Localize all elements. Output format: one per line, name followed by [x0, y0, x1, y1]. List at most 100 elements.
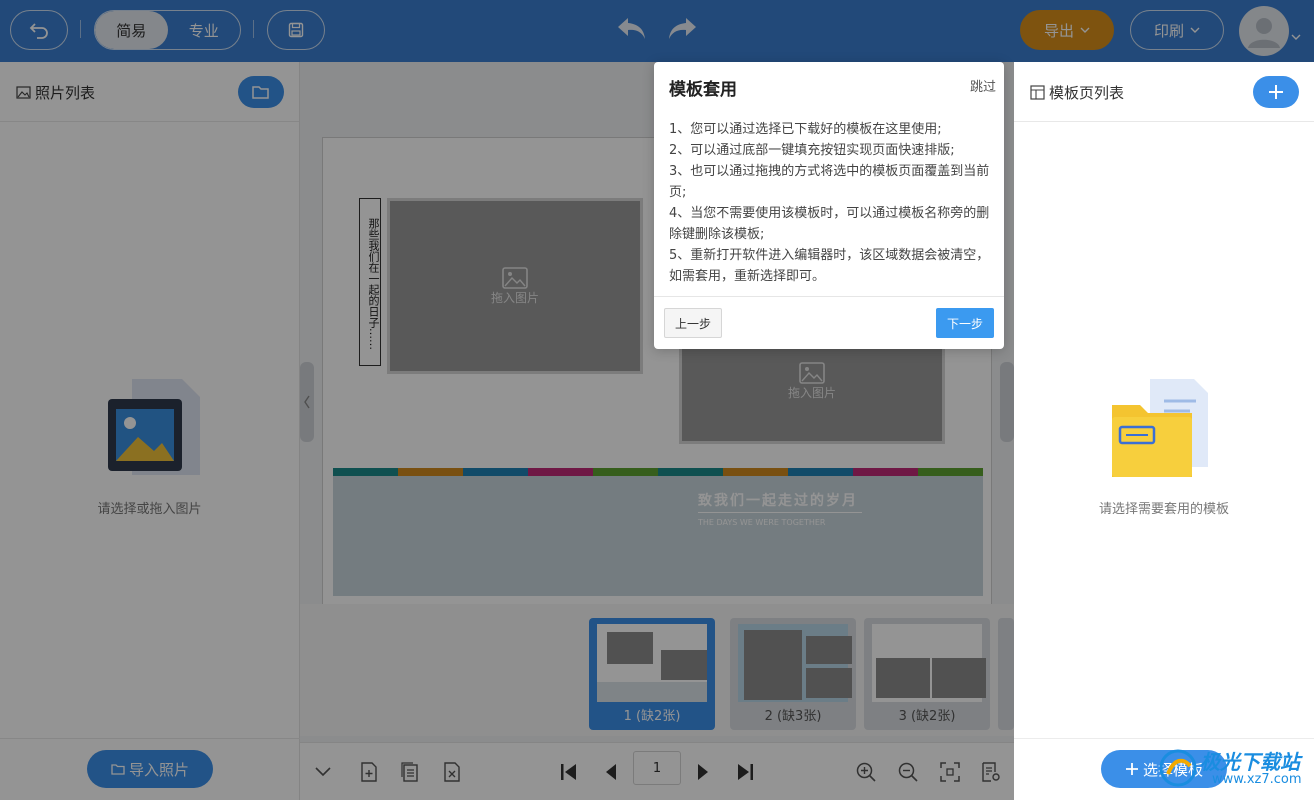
stripe-segment [398, 468, 463, 476]
guide-step-text: 5、重新打开软件进入编辑器时，该区域数据会被清空，如需套用，重新选择即可。 [669, 248, 990, 284]
last-page-button[interactable] [734, 761, 756, 783]
prev-page-icon [606, 764, 616, 780]
photo-list-panel: 照片列表 请选择或拖入图片 导入照片 [0, 62, 300, 800]
photo-slot[interactable]: 拖入图片 [387, 198, 643, 374]
page-number-input[interactable]: 1 [633, 751, 681, 785]
delete-page-icon [444, 762, 460, 782]
back-button[interactable] [10, 10, 68, 50]
add-page-icon [361, 762, 377, 782]
color-stripe [333, 468, 983, 476]
zoom-out-icon [898, 762, 918, 782]
copy-page-button[interactable] [399, 761, 421, 783]
avatar[interactable] [1239, 6, 1289, 56]
template-icon [1030, 85, 1045, 100]
thumbnail-label: 2 (缺3张) [764, 709, 822, 724]
next-page-icon [698, 764, 708, 780]
print-button[interactable]: 印刷 [1130, 10, 1224, 50]
watermark-title: 极光下载站 [1200, 750, 1300, 774]
divider [0, 738, 300, 739]
prev-step-button[interactable]: 上一步 [664, 308, 722, 338]
thumbnail-image [597, 624, 707, 702]
watermark: 极光下载站 www.xz7.com [1158, 744, 1308, 794]
photo-list-header: 照片列表 [0, 62, 299, 122]
import-photos-button[interactable]: 导入照片 [87, 750, 213, 788]
mode-simple-tab[interactable]: 简易 [95, 11, 168, 49]
band-title: 致我们一起走过的岁月 [698, 493, 858, 509]
page-thumbnail[interactable] [998, 618, 1014, 730]
mode-pro-tab[interactable]: 专业 [168, 11, 241, 49]
stripe-segment [918, 468, 983, 476]
chevron-down-icon [1190, 27, 1200, 33]
thumbnail-label: 3 (缺2张) [898, 709, 956, 724]
add-page-button[interactable] [358, 761, 380, 783]
copy-page-icon [401, 762, 418, 782]
skip-link[interactable]: 跳过 [970, 76, 996, 95]
watermark-site: www.xz7.com [1212, 772, 1302, 787]
guide-step-text: 1、您可以通过选择已下载好的模板在这里使用; [669, 122, 942, 137]
next-step-button[interactable]: 下一步 [936, 308, 994, 338]
image-placeholder-icon [502, 266, 528, 289]
chevron-left-icon [304, 395, 310, 409]
redo-arrow-icon[interactable] [666, 14, 700, 44]
undo-icon [29, 23, 48, 39]
chevron-down-icon[interactable] [1291, 34, 1301, 40]
save-button[interactable] [267, 10, 325, 50]
folder-icon [252, 86, 269, 99]
toolbar-divider [253, 20, 254, 38]
template-page-list-panel: 模板页列表 请选择需要套用的模板 选择模板 [1014, 62, 1314, 800]
zoom-in-icon [856, 762, 876, 782]
photo-list-title-text: 照片列表 [35, 84, 96, 102]
page-thumbnail[interactable]: 2 (缺3张) [730, 618, 856, 730]
page-thumbnail[interactable]: 3 (缺2张) [864, 618, 990, 730]
band-subtitle: THE DAYS WE WERE TOGETHER [698, 518, 826, 527]
stripe-segment [463, 468, 528, 476]
collapse-left-handle[interactable] [300, 362, 314, 442]
plus-icon [1125, 763, 1138, 775]
import-photos-label: 导入照片 [128, 760, 189, 779]
template-empty-text: 请选择需要套用的模板 [1098, 502, 1229, 517]
page-thumbnail[interactable]: 1 (缺2张) [589, 618, 715, 730]
mode-switch: 简易 专业 [94, 10, 241, 50]
stripe-segment [528, 468, 593, 476]
stripe-segment [788, 468, 853, 476]
photo-empty-text: 请选择或拖入图片 [97, 502, 202, 517]
zoom-out-button[interactable] [897, 761, 919, 783]
photo-list-title: 照片列表 [16, 82, 95, 103]
image-icon [16, 86, 31, 99]
template-list-title-text: 模板页列表 [1049, 84, 1125, 102]
next-page-button[interactable] [692, 761, 714, 783]
thumbnail-strip: 1 (缺2张) 2 (缺3张) 3 (缺2张) [300, 604, 1014, 736]
image-placeholder-icon [799, 361, 825, 384]
add-template-button[interactable] [1253, 76, 1299, 108]
collapse-button[interactable] [312, 761, 334, 783]
divider [654, 296, 1004, 297]
page-settings-icon [982, 762, 1000, 782]
template-list-header: 模板页列表 [1014, 62, 1314, 122]
first-page-icon [561, 764, 576, 780]
stripe-segment [658, 468, 723, 476]
last-page-icon [738, 764, 753, 780]
thumbnail-image [738, 624, 852, 702]
folder-icon [111, 764, 125, 775]
user-icon [1248, 18, 1280, 48]
export-button[interactable]: 导出 [1020, 10, 1114, 50]
open-folder-button[interactable] [238, 76, 284, 108]
first-page-button[interactable] [558, 761, 580, 783]
collapse-right-handle[interactable] [1000, 362, 1014, 442]
band-rule [698, 512, 862, 513]
drop-hint: 拖入图片 [490, 290, 539, 305]
save-icon [288, 22, 304, 38]
empty-images-illustration-icon [108, 379, 200, 475]
undo-arrow-icon[interactable] [614, 14, 648, 44]
zoom-in-button[interactable] [855, 761, 877, 783]
fit-screen-button[interactable] [939, 761, 961, 783]
delete-page-button[interactable] [441, 761, 463, 783]
app-window: 简易 专业 导出 印刷 照片列表 请选择或拖入图片 导入照片 那些我们在一起的日… [0, 0, 1314, 800]
vertical-text-box[interactable]: 那些我们在一起的日子…… [359, 198, 381, 366]
chevron-down-icon [315, 767, 331, 777]
page-settings-button[interactable] [980, 761, 1002, 783]
template-list-title: 模板页列表 [1030, 82, 1124, 103]
popup-body: 1、您可以通过选择已下载好的模板在这里使用; 2、可以通过底部一键填充按钮实现页… [669, 119, 991, 287]
divider [1014, 738, 1314, 739]
prev-page-button[interactable] [600, 761, 622, 783]
